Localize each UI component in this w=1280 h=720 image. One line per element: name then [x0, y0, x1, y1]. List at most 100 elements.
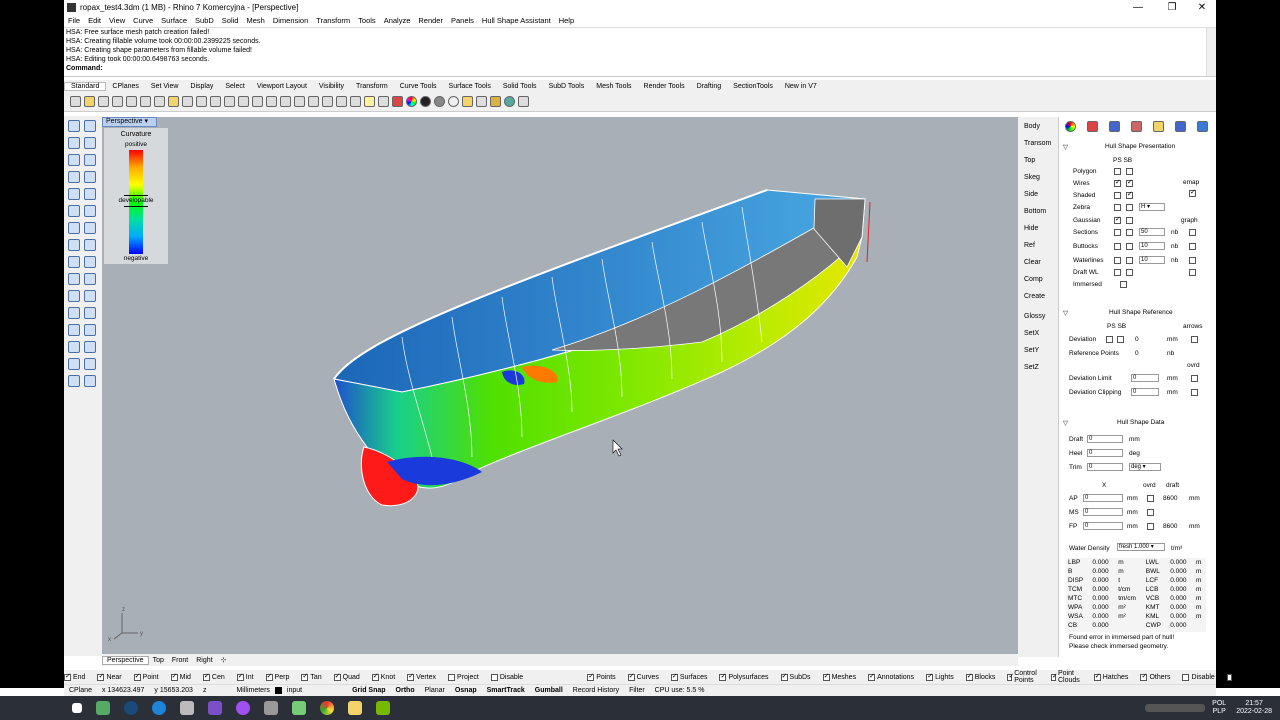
- snap-meshes[interactable]: Meshes: [822, 672, 863, 681]
- snap-checkbox[interactable]: [1007, 672, 1014, 681]
- grid-icon[interactable]: [293, 96, 305, 107]
- curve-icon[interactable]: [84, 137, 96, 149]
- steam-icon[interactable]: [124, 701, 138, 715]
- material-sphere-icon[interactable]: [433, 96, 445, 107]
- collapse-reference-icon[interactable]: ▽: [1063, 309, 1068, 317]
- rotate-view-icon[interactable]: [209, 96, 221, 107]
- snap-lights[interactable]: Lights: [926, 672, 960, 681]
- boolean-icon[interactable]: [84, 222, 96, 234]
- waterlines-ps-checkbox[interactable]: [1114, 257, 1121, 264]
- environment-sphere-icon[interactable]: [447, 96, 459, 107]
- menu-panels[interactable]: Panels: [451, 16, 474, 25]
- copy-icon[interactable]: [153, 96, 165, 107]
- tab-drafting[interactable]: Drafting: [691, 83, 728, 90]
- trim-input[interactable]: 0: [1087, 463, 1123, 471]
- draftwl-graph-checkbox[interactable]: [1189, 269, 1196, 276]
- menu-analyze[interactable]: Analyze: [384, 16, 411, 25]
- panel-folder-icon[interactable]: [1152, 120, 1164, 132]
- menu-dimension[interactable]: Dimension: [273, 16, 308, 25]
- view-tab-top[interactable]: Top: [149, 657, 168, 664]
- rectangle-icon[interactable]: [84, 171, 96, 183]
- sections-count-input[interactable]: 50: [1139, 228, 1165, 236]
- color-wheel-icon[interactable]: [405, 96, 417, 107]
- perspective-viewport[interactable]: z y x: [102, 117, 1018, 654]
- snap-annotations[interactable]: Annotations: [868, 672, 920, 681]
- tab-viewport-layout[interactable]: Viewport Layout: [251, 83, 313, 90]
- messenger-icon[interactable]: [236, 701, 250, 715]
- render-sphere-icon[interactable]: [419, 96, 431, 107]
- snap-checkbox[interactable]: [1050, 672, 1058, 681]
- draftwl-sb-checkbox[interactable]: [1126, 269, 1133, 276]
- zebra-sb-checkbox[interactable]: [1126, 204, 1133, 211]
- show-objects-icon[interactable]: [349, 96, 361, 107]
- grasshopper-icon[interactable]: [292, 701, 306, 715]
- tray-language[interactable]: POL: [1212, 700, 1226, 708]
- wires-sb-checkbox[interactable]: [1126, 178, 1133, 187]
- snap-points[interactable]: Points: [587, 672, 621, 681]
- draft-input[interactable]: 0: [1087, 435, 1123, 443]
- snap-checkbox[interactable]: [371, 672, 379, 681]
- sections-graph-checkbox[interactable]: [1189, 229, 1196, 236]
- new-file-icon[interactable]: [69, 96, 81, 107]
- heel-input[interactable]: 0: [1087, 449, 1123, 457]
- sections-sb-checkbox[interactable]: [1126, 229, 1133, 236]
- tab-cplanes[interactable]: CPlanes: [106, 83, 144, 90]
- snap-disable[interactable]: Disable: [490, 673, 529, 681]
- planar-toggle[interactable]: Planar: [420, 687, 450, 694]
- zoom-extents-icon[interactable]: [251, 96, 263, 107]
- snap-checkbox[interactable]: [587, 672, 595, 681]
- panel-bell-icon[interactable]: [1174, 120, 1186, 132]
- tab-section-tools[interactable]: SectionTools: [727, 83, 779, 90]
- globe-icon[interactable]: [503, 96, 515, 107]
- deviation-ps-checkbox[interactable]: [1106, 336, 1113, 343]
- smarttrack-toggle[interactable]: SmartTrack: [482, 687, 530, 694]
- buttocks-count-input[interactable]: 10: [1139, 242, 1165, 250]
- snap-checkbox[interactable]: [333, 672, 341, 681]
- windows-start-icon[interactable]: [72, 703, 82, 713]
- deviation-limit-ovrd-checkbox[interactable]: [1191, 375, 1198, 382]
- minimize-button[interactable]: —: [1122, 0, 1154, 14]
- snap-checkbox[interactable]: [407, 672, 415, 681]
- select-icon[interactable]: [335, 96, 347, 107]
- ortho-toggle[interactable]: Ortho: [391, 687, 420, 694]
- sections-ps-checkbox[interactable]: [1114, 229, 1121, 236]
- text-icon[interactable]: [84, 324, 96, 336]
- import-icon[interactable]: [125, 96, 137, 107]
- tab-select[interactable]: Select: [219, 83, 250, 90]
- ap-ovrd-checkbox[interactable]: [1147, 495, 1154, 502]
- dimension-icon[interactable]: [68, 324, 80, 336]
- panel-hull-assistant-icon[interactable]: [1196, 120, 1208, 132]
- snap-checkbox[interactable]: [236, 672, 244, 681]
- snap-checkbox[interactable]: [490, 673, 498, 681]
- polyline-icon[interactable]: [68, 137, 80, 149]
- menu-view[interactable]: View: [109, 16, 125, 25]
- snap-sub-objects[interactable]: Sub-objects: [1226, 670, 1264, 684]
- edit-points-icon[interactable]: [68, 375, 80, 387]
- trim-unit-select[interactable]: deg ▾: [1129, 463, 1161, 471]
- menu-edit[interactable]: Edit: [88, 16, 101, 25]
- menu-transform[interactable]: Transform: [316, 16, 350, 25]
- join-icon[interactable]: [84, 290, 96, 302]
- zoom-selected-icon[interactable]: [265, 96, 277, 107]
- collapse-hulldata-icon[interactable]: ▽: [1063, 419, 1068, 427]
- cmd-body[interactable]: Body: [1024, 123, 1040, 130]
- buttocks-graph-checkbox[interactable]: [1189, 243, 1196, 250]
- collapse-presentation-icon[interactable]: ▽: [1063, 143, 1068, 151]
- cmd-create[interactable]: Create: [1024, 293, 1045, 300]
- snap-hatches[interactable]: Hatches: [1093, 672, 1135, 681]
- snap-vertex[interactable]: Vertex: [407, 672, 442, 681]
- gumball-toggle[interactable]: Gumball: [530, 687, 568, 694]
- tab-visibility[interactable]: Visibility: [313, 83, 350, 90]
- snap-end[interactable]: End: [64, 672, 91, 681]
- fill-icon[interactable]: [68, 290, 80, 302]
- calculator-icon[interactable]: [96, 701, 110, 715]
- arc-icon[interactable]: [68, 171, 80, 183]
- point-icon[interactable]: [84, 120, 96, 132]
- file-explorer-icon[interactable]: [348, 701, 362, 715]
- draftwl-ps-checkbox[interactable]: [1114, 269, 1121, 276]
- emap-checkbox[interactable]: [1189, 188, 1196, 197]
- snap-point-clouds[interactable]: Point Clouds: [1050, 670, 1088, 684]
- snap-checkbox[interactable]: [170, 672, 178, 681]
- fp-ovrd-checkbox[interactable]: [1147, 523, 1154, 530]
- tab-curve-tools[interactable]: Curve Tools: [394, 83, 443, 90]
